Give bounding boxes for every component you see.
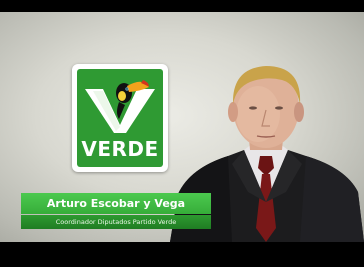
speaker-name: Arturo Escobar y Vega [46, 197, 186, 210]
logo-wordmark: VERDE [81, 137, 159, 161]
party-logo: VERDE [72, 64, 168, 172]
letterbox-bottom [0, 242, 364, 267]
logo-panel: VERDE [77, 69, 163, 167]
toucan-icon [85, 80, 155, 133]
speaker-title: Coordinador Diputados Partido Verde [55, 218, 177, 226]
video-frame: VERDE Arturo Escobar y Vega Coordinador … [0, 0, 364, 267]
video-scene: VERDE Arturo Escobar y Vega Coordinador … [0, 12, 364, 242]
